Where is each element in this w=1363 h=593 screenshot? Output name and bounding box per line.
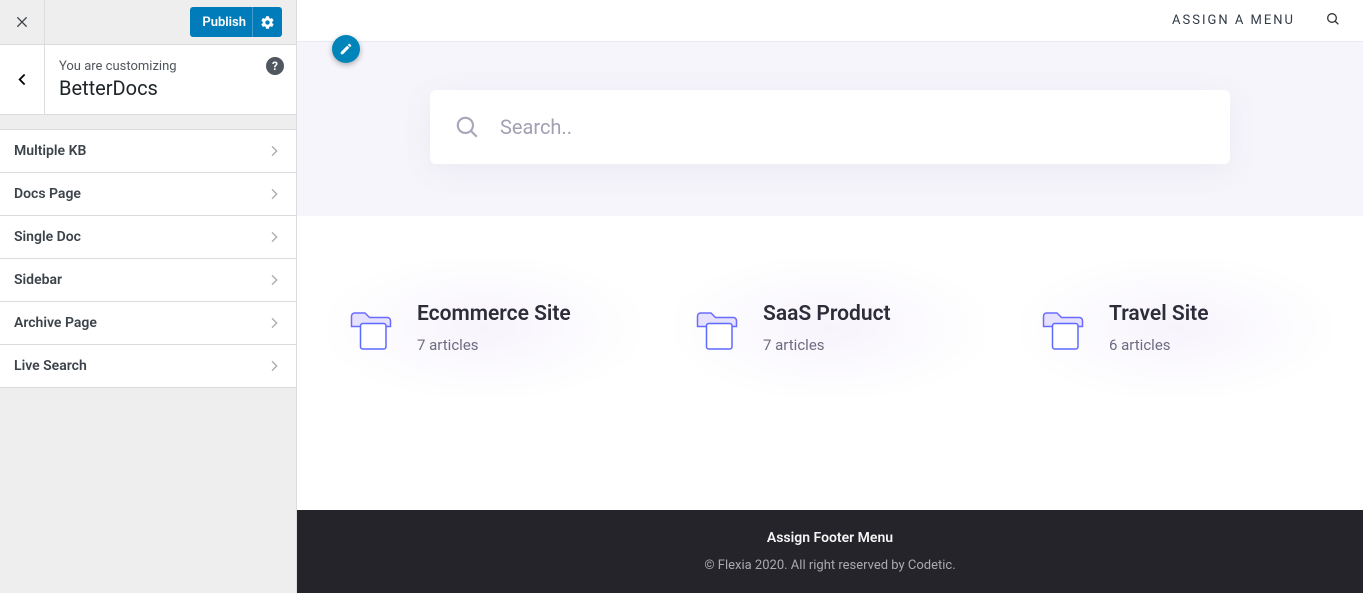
chevron-left-icon (14, 71, 31, 88)
folder-doc-icon (347, 304, 395, 352)
back-button[interactable] (0, 45, 45, 114)
menu-item-live-search[interactable]: Live Search (0, 345, 296, 388)
card-subtitle: 7 articles (763, 336, 891, 354)
site-footer: Assign Footer Menu © Flexia 2020. All ri… (297, 510, 1363, 593)
chevron-right-icon (266, 358, 282, 374)
publish-button[interactable]: Publish (190, 7, 282, 37)
menu-item-label: Single Doc (14, 229, 81, 245)
card-title: SaaS Product (763, 302, 891, 326)
folder-doc-icon (1039, 304, 1087, 352)
menu-item-single-doc[interactable]: Single Doc (0, 216, 296, 259)
assign-menu-link[interactable]: ASSIGN A MENU (1172, 13, 1295, 28)
header-search-button[interactable] (1325, 11, 1341, 31)
customizer-sidebar: Publish You are customizing BetterDocs ?… (0, 0, 297, 593)
section-pretitle: You are customizing (59, 59, 282, 74)
category-cards: Ecommerce Site 7 articles SaaS Product 7… (297, 216, 1363, 510)
chevron-right-icon (266, 143, 282, 159)
category-card[interactable]: Travel Site 6 articles (1021, 258, 1331, 398)
search-placeholder: Search.. (500, 115, 572, 139)
menu-item-sidebar[interactable]: Sidebar (0, 259, 296, 302)
docs-search-section: Search.. (297, 42, 1363, 216)
close-icon (14, 14, 30, 30)
publish-label: Publish (202, 15, 252, 30)
customizer-menu: Multiple KB Docs Page Single Doc Sidebar… (0, 129, 296, 388)
chevron-right-icon (266, 229, 282, 245)
card-title: Travel Site (1109, 302, 1209, 326)
preview-pane: ASSIGN A MENU Search.. Ecommerce Site 7 … (297, 0, 1363, 593)
category-card[interactable]: Ecommerce Site 7 articles (329, 258, 639, 398)
menu-item-archive-page[interactable]: Archive Page (0, 302, 296, 345)
copyright-text: © Flexia 2020. All right reserved by Cod… (297, 558, 1363, 573)
menu-item-label: Sidebar (14, 272, 62, 288)
menu-item-label: Archive Page (14, 315, 97, 331)
close-customizer-button[interactable] (0, 0, 45, 44)
help-button[interactable]: ? (266, 57, 284, 75)
card-title: Ecommerce Site (417, 302, 571, 326)
pencil-icon (339, 42, 353, 56)
category-card[interactable]: SaaS Product 7 articles (675, 258, 985, 398)
search-icon (1325, 11, 1341, 27)
menu-item-label: Multiple KB (14, 143, 86, 159)
section-title: BetterDocs (59, 76, 282, 100)
publish-settings-button[interactable] (252, 7, 282, 37)
search-icon (454, 114, 480, 140)
menu-item-label: Docs Page (14, 186, 81, 202)
chevron-right-icon (266, 315, 282, 331)
site-header: ASSIGN A MENU (297, 0, 1363, 42)
chevron-right-icon (266, 186, 282, 202)
menu-item-docs-page[interactable]: Docs Page (0, 173, 296, 216)
folder-doc-icon (693, 304, 741, 352)
chevron-right-icon (266, 272, 282, 288)
card-subtitle: 7 articles (417, 336, 571, 354)
card-subtitle: 6 articles (1109, 336, 1209, 354)
menu-item-label: Live Search (14, 358, 87, 374)
menu-item-multiple-kb[interactable]: Multiple KB (0, 130, 296, 173)
edit-shortcut-button[interactable] (332, 35, 360, 63)
customizer-topbar: Publish (0, 0, 296, 45)
gear-icon (260, 15, 275, 30)
assign-footer-menu-link[interactable]: Assign Footer Menu (297, 530, 1363, 546)
docs-search-input[interactable]: Search.. (430, 90, 1230, 164)
customizer-titlebar: You are customizing BetterDocs ? (0, 45, 296, 115)
